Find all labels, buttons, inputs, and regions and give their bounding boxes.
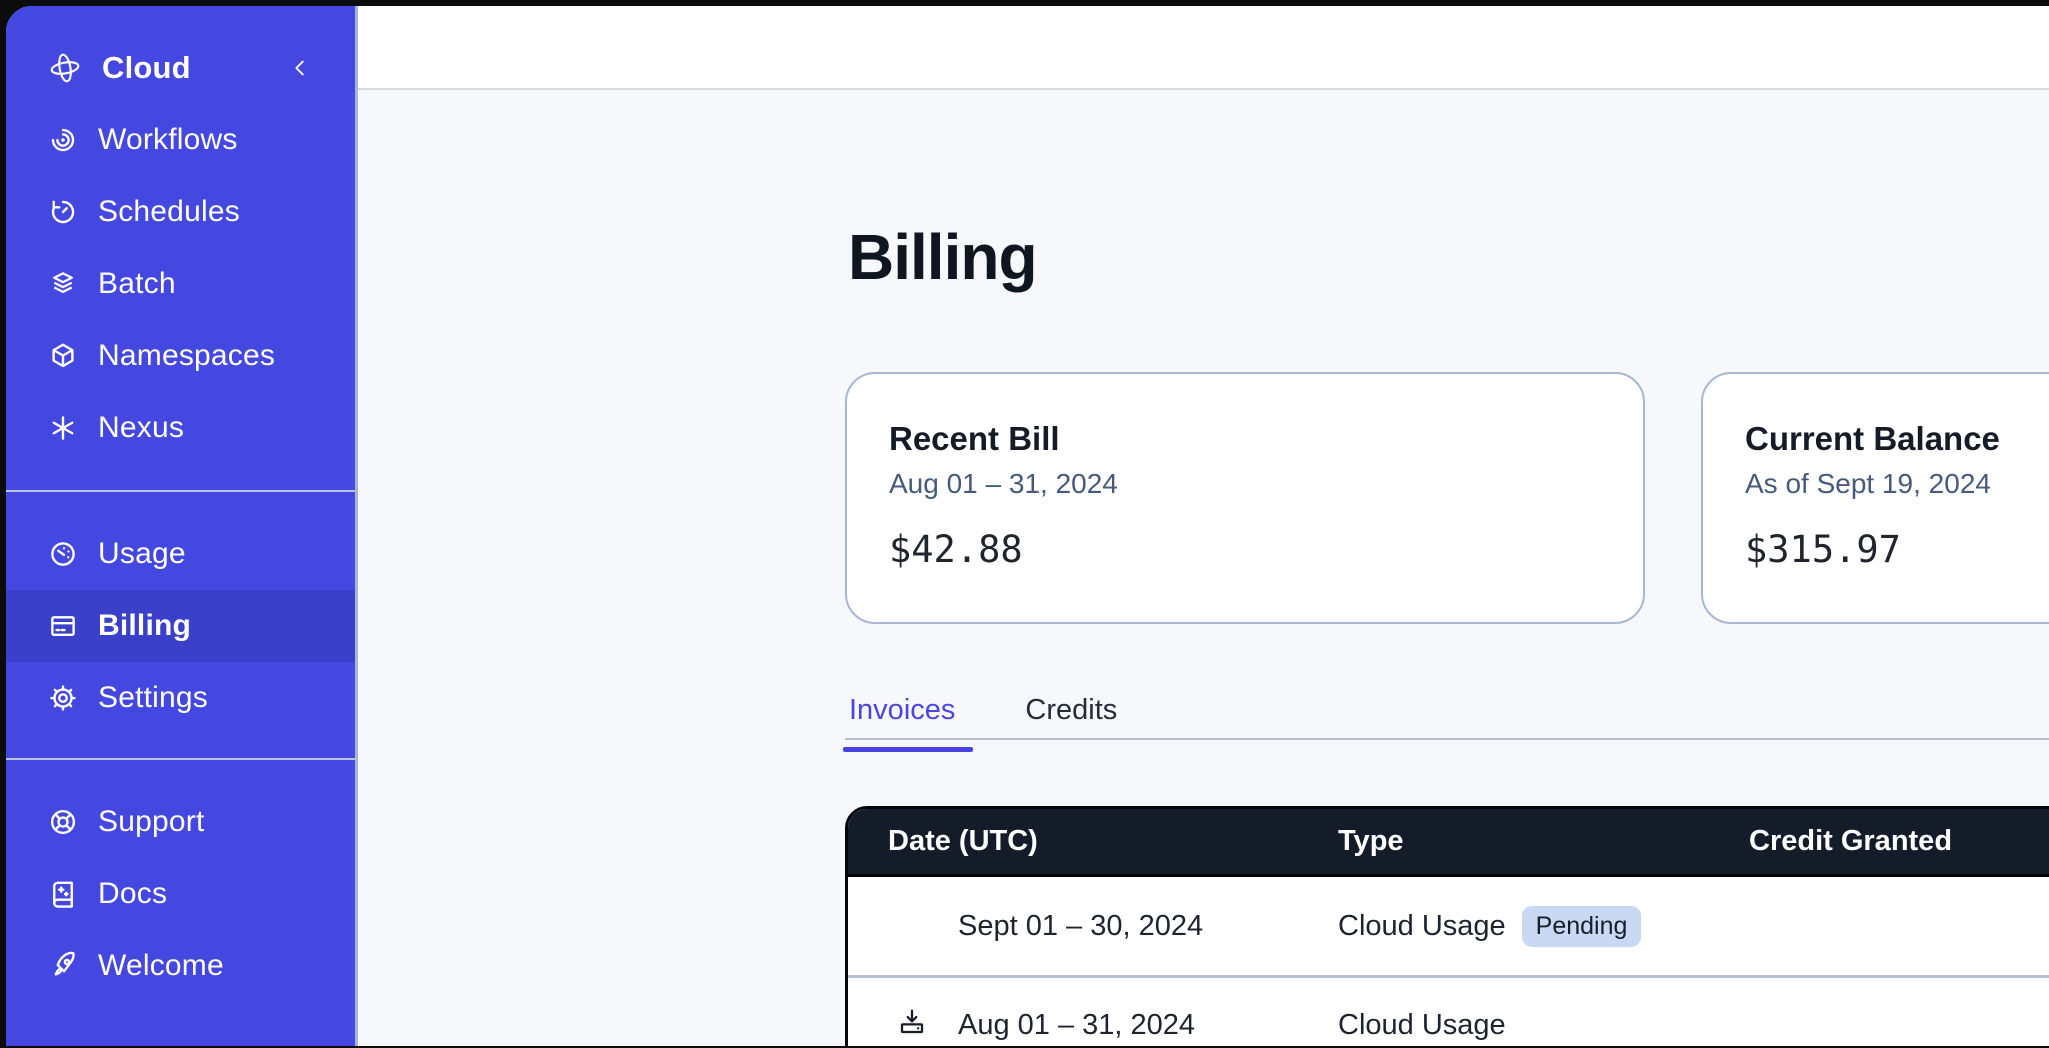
nexus-icon <box>48 413 78 443</box>
chevron-left-icon[interactable] <box>289 55 311 81</box>
card-title: Current Balance <box>1745 420 2049 458</box>
batch-icon <box>48 269 78 299</box>
app-window: Cloud Workflows Schedules <box>6 6 2049 1046</box>
date-cell: Sept 01 – 30, 2024 <box>958 910 1338 943</box>
sidebar-item-label: Docs <box>98 877 167 911</box>
type-cell: Cloud Usage <box>1338 1009 1749 1042</box>
support-icon <box>48 807 78 837</box>
sidebar-item-label: Settings <box>98 681 208 715</box>
sidebar-item-label: Batch <box>98 267 176 301</box>
sidebar-item-schedules[interactable]: Schedules <box>6 176 355 248</box>
sidebar-item-label: Workflows <box>98 123 238 157</box>
sidebar-item-label: Welcome <box>98 949 224 983</box>
welcome-icon <box>48 951 78 981</box>
tab-invoices[interactable]: Invoices <box>849 690 955 738</box>
sidebar: Cloud Workflows Schedules <box>6 6 358 1046</box>
column-header-credit-granted: Credit Granted <box>1749 825 2049 858</box>
card-amount: $315.97 <box>1745 528 2049 571</box>
temporal-logo-icon <box>48 51 82 85</box>
card-title: Recent Bill <box>889 420 1603 458</box>
table-header: Date (UTC) Type Credit Granted <box>848 809 2049 877</box>
active-tab-indicator <box>843 747 973 752</box>
sidebar-item-billing[interactable]: Billing <box>6 590 355 662</box>
recent-bill-card: Recent Bill Aug 01 – 31, 2024 $42.88 <box>845 372 1645 624</box>
settings-icon <box>48 683 78 713</box>
sidebar-item-settings[interactable]: Settings <box>6 662 355 734</box>
sidebar-item-label: Support <box>98 805 204 839</box>
sidebar-item-docs[interactable]: Docs <box>6 858 355 930</box>
type-label: Cloud Usage <box>1338 910 1506 943</box>
sidebar-item-support[interactable]: Support <box>6 786 355 858</box>
sidebar-header: Cloud <box>6 32 355 104</box>
card-subtitle: Aug 01 – 31, 2024 <box>889 468 1603 500</box>
sidebar-item-label: Namespaces <box>98 339 275 373</box>
app-title: Cloud <box>102 50 191 86</box>
sidebar-item-usage[interactable]: Usage <box>6 518 355 590</box>
table-row: Sept 01 – 30, 2024 Cloud Usage Pending <box>848 877 2049 975</box>
type-label: Cloud Usage <box>1338 1009 1506 1042</box>
sidebar-item-workflows[interactable]: Workflows <box>6 104 355 176</box>
tab-label: Credits <box>1025 694 1117 726</box>
billing-icon <box>48 611 78 641</box>
column-header-date: Date (UTC) <box>888 825 1338 858</box>
workflows-icon <box>48 125 78 155</box>
main-area: Billing Recent Bill Aug 01 – 31, 2024 $4… <box>358 6 2049 1046</box>
sidebar-item-label: Nexus <box>98 411 184 445</box>
sidebar-item-nexus[interactable]: Nexus <box>6 392 355 464</box>
type-cell: Cloud Usage Pending <box>1338 906 1749 947</box>
download-invoice-icon[interactable] <box>896 1006 928 1038</box>
page-title: Billing <box>848 220 1037 294</box>
card-amount: $42.88 <box>889 528 1603 571</box>
sidebar-item-label: Billing <box>98 609 191 643</box>
billing-tabs: Invoices Credits <box>845 690 2049 740</box>
namespaces-icon <box>48 341 78 371</box>
tab-label: Invoices <box>849 694 955 726</box>
topbar <box>358 6 2049 90</box>
download-cell <box>888 1006 958 1046</box>
usage-icon <box>48 539 78 569</box>
sidebar-item-welcome[interactable]: Welcome <box>6 930 355 1002</box>
card-subtitle: As of Sept 19, 2024 <box>1745 468 2049 500</box>
status-badge: Pending <box>1522 906 1642 947</box>
sidebar-item-label: Usage <box>98 537 186 571</box>
schedules-icon <box>48 197 78 227</box>
content: Billing Recent Bill Aug 01 – 31, 2024 $4… <box>358 92 2049 1046</box>
table-row: Aug 01 – 31, 2024 Cloud Usage <box>848 975 2049 1046</box>
tab-credits[interactable]: Credits <box>1025 690 1117 738</box>
sidebar-item-batch[interactable]: Batch <box>6 248 355 320</box>
column-header-type: Type <box>1338 825 1749 858</box>
current-balance-card: Current Balance As of Sept 19, 2024 $315… <box>1701 372 2049 624</box>
invoices-table: Date (UTC) Type Credit Granted Sept 01 –… <box>845 806 2049 1046</box>
sidebar-item-namespaces[interactable]: Namespaces <box>6 320 355 392</box>
date-cell: Aug 01 – 31, 2024 <box>958 1009 1338 1042</box>
docs-icon <box>48 879 78 909</box>
sidebar-item-label: Schedules <box>98 195 240 229</box>
